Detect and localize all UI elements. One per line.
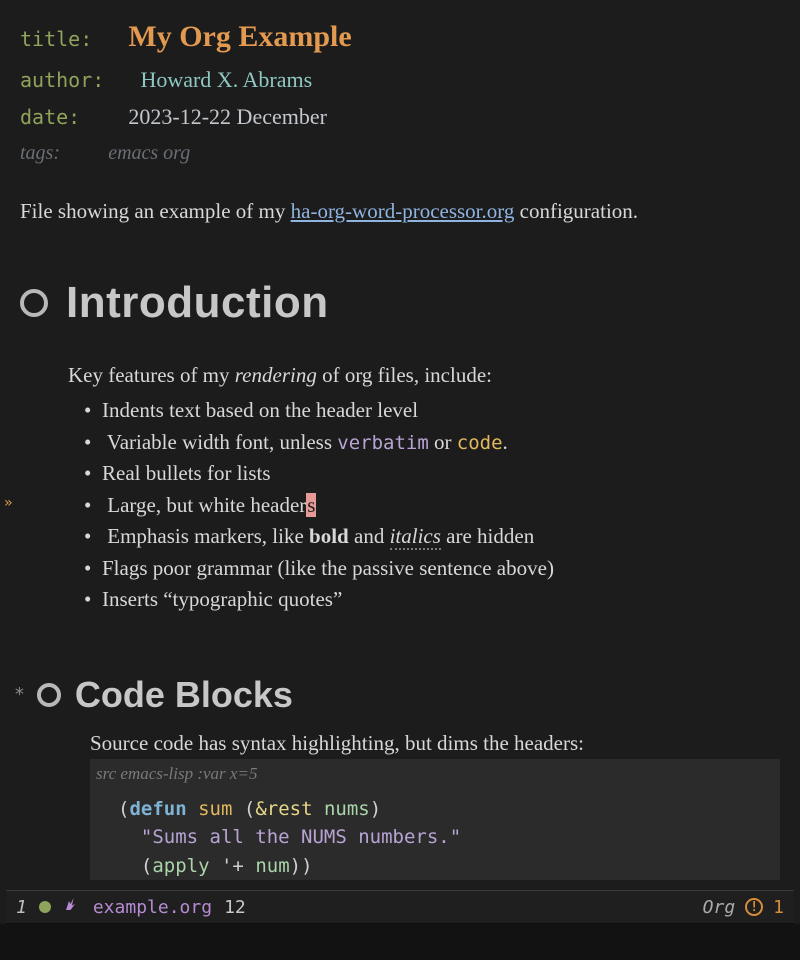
text-cursor: s <box>306 493 316 517</box>
heading-star-icon: * <box>14 681 25 708</box>
modeline-major-mode[interactable]: Org <box>703 894 736 921</box>
editor-buffer[interactable]: title: My Org Example author: Howard X. … <box>0 0 800 880</box>
code-blocks-para: Source code has syntax highlighting, but… <box>90 728 780 760</box>
heading-bullet-icon <box>20 289 48 317</box>
features-list: Indents text based on the header level V… <box>86 395 780 616</box>
heading-bullet-icon <box>37 683 61 707</box>
heading-introduction[interactable]: Introduction <box>20 270 780 336</box>
meta-author-value: Howard X. Abrams <box>140 67 312 92</box>
meta-author-line: author: Howard X. Abrams <box>20 63 780 96</box>
intro-text-pre: File showing an example of my <box>20 199 291 223</box>
modeline-warning-count: 1 <box>773 894 784 921</box>
src-block-begin: src emacs-lisp :var x=5 <box>90 759 780 789</box>
heading-introduction-text: Introduction <box>66 270 329 336</box>
meta-title-key: title: <box>20 27 92 51</box>
modeline-window-number: 1 <box>16 894 27 921</box>
list-item: Inserts “typographic quotes” <box>86 584 780 616</box>
list-item: Emphasis markers, like bold and italics … <box>86 521 780 553</box>
intro-paragraph: File showing an example of my ha-org-wor… <box>20 196 780 228</box>
verbatim-text: verbatim <box>337 432 429 454</box>
meta-date-key: date: <box>20 105 80 129</box>
code-blocks-body: Source code has syntax highlighting, but… <box>90 728 780 881</box>
modeline-modified-icon <box>39 901 51 913</box>
meta-tags-line: tags: emacs org <box>20 137 780 168</box>
list-item: Real bullets for lists <box>86 458 780 490</box>
meta-tags-key: tags: <box>20 142 60 164</box>
src-block-content[interactable]: (defun sum (&rest nums) "Sums all the NU… <box>90 789 780 881</box>
modeline[interactable]: 1 example.org 12 Org ! 1 <box>6 890 794 924</box>
meta-tags-value: emacs org <box>108 142 190 164</box>
meta-date-value: 2023-12-22 December <box>128 104 327 129</box>
introduction-body: Key features of my rendering of org file… <box>68 360 780 616</box>
meta-author-key: author: <box>20 68 104 92</box>
list-item: Indents text based on the header level <box>86 395 780 427</box>
meta-title-value: My Org Example <box>128 20 351 53</box>
code-text: code <box>457 432 503 454</box>
list-item: Variable width font, unless verbatim or … <box>86 427 780 459</box>
modeline-filename[interactable]: example.org <box>93 894 212 921</box>
meta-date-line: date: 2023-12-22 December <box>20 100 780 133</box>
modeline-line-number: 12 <box>224 894 246 921</box>
heading-code-blocks[interactable]: * Code Blocks <box>14 668 780 722</box>
warning-icon[interactable]: ! <box>745 898 763 916</box>
fringe-indicator-icon: » <box>4 493 12 514</box>
config-link[interactable]: ha-org-word-processor.org <box>291 199 515 223</box>
meta-title-line: title: My Org Example <box>20 14 780 59</box>
intro-text-post: configuration. <box>514 199 638 223</box>
heading-code-blocks-text: Code Blocks <box>75 668 293 722</box>
unicorn-icon <box>63 894 81 921</box>
minibuffer[interactable] <box>0 924 800 960</box>
list-item: Flags poor grammar (like the passive sen… <box>86 553 780 585</box>
list-item: Large, but white headers <box>86 490 780 522</box>
intro-features-para: Key features of my rendering of org file… <box>68 360 780 392</box>
